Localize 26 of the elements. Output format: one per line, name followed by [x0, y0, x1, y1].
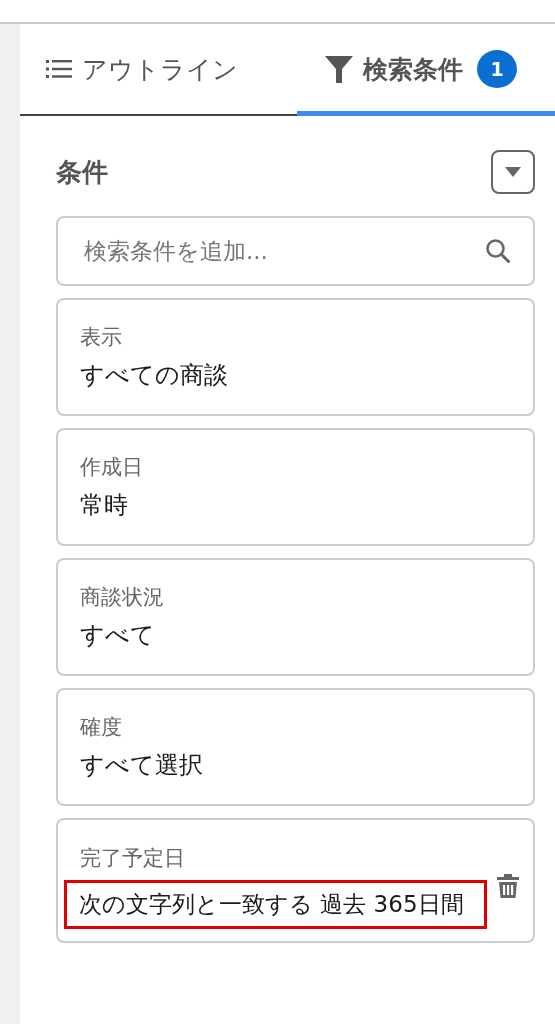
filter-icon: [325, 54, 353, 84]
filter-value: 常時: [79, 490, 129, 521]
dropdown-button[interactable]: [491, 150, 535, 194]
filter-card[interactable]: 確度 すべて選択: [56, 688, 535, 806]
filter-card[interactable]: 商談状況 すべて: [56, 558, 535, 676]
highlighted-filter-value: 次の文字列と一致する 過去 365日間: [64, 880, 487, 929]
count-badge: 1: [477, 50, 517, 88]
filter-label: 表示: [79, 324, 123, 351]
filter-label: 作成日: [79, 454, 144, 481]
list-icon: [46, 59, 72, 79]
filter-value: すべて選択: [79, 750, 204, 781]
search-field[interactable]: 検索条件を追加...: [56, 216, 535, 286]
search-icon: [485, 238, 511, 264]
filter-card[interactable]: 作成日 常時: [56, 428, 535, 546]
tab[interactable]: アウトライン: [20, 24, 297, 116]
filter-label: 完了予定日: [79, 845, 186, 872]
caret-icon: [505, 167, 521, 177]
filter-label: 確度: [79, 714, 123, 741]
filter-value: すべての商談: [79, 360, 229, 391]
filter-label: 商談状況: [79, 584, 165, 611]
tab[interactable]: 検索条件 1: [297, 24, 555, 116]
section-title: 条件: [56, 155, 108, 189]
delete-icon[interactable]: [497, 874, 519, 899]
filter-card[interactable]: 完了予定日 次の文字列と一致する 過去 365日間: [56, 818, 535, 943]
filter-card[interactable]: 表示 すべての商談: [56, 298, 535, 416]
filter-value: すべて: [79, 620, 156, 651]
